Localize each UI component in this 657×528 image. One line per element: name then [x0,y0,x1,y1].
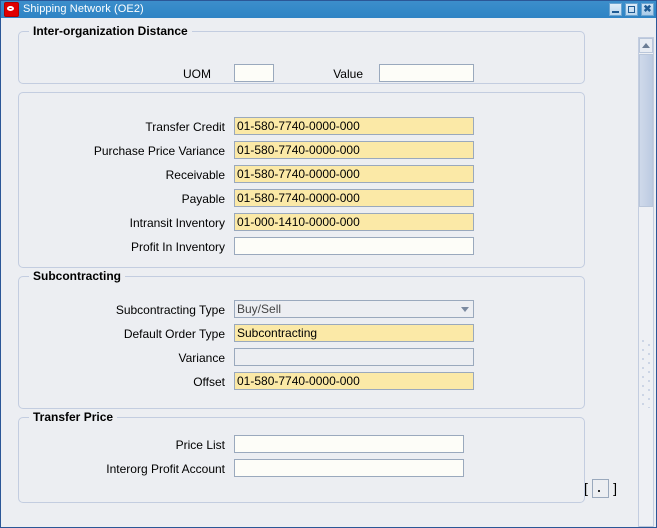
intransit-inventory-input[interactable] [234,213,474,231]
subcontracting-type-select[interactable]: Buy/Sell [234,300,474,318]
label-profit-in-inventory: Profit In Inventory [130,240,225,254]
scrollbar-thumb[interactable] [639,54,653,207]
group-title-subcontracting: Subcontracting [29,269,126,283]
window-controls: ✖ [609,3,654,16]
oracle-logo-icon [4,2,19,17]
label-interorg-profit-account: Interorg Profit Account [106,462,225,476]
flexfield-open-bracket: [ [584,480,588,496]
label-value: Value [333,67,363,81]
scroll-up-button[interactable] [639,38,653,53]
window-titlebar[interactable]: Shipping Network (OE2) ✖ [1,1,656,18]
label-receivable: Receivable [165,168,225,182]
label-variance: Variance [178,351,225,365]
scrollbar-track-grip [639,338,653,408]
label-payable: Payable [181,192,225,206]
vertical-scrollbar[interactable] [638,37,654,527]
flexfield-button[interactable] [592,478,609,498]
receivable-input[interactable] [234,165,474,183]
variance-input[interactable] [234,348,474,366]
minimize-button[interactable] [609,3,622,16]
shipping-network-window: Shipping Network (OE2) ✖ Inter-organizat… [0,0,657,528]
interorg-profit-account-input[interactable] [234,459,464,477]
window-title: Shipping Network (OE2) [23,3,144,15]
transfer-credit-input[interactable] [234,117,474,135]
profit-in-inventory-input[interactable] [234,237,474,255]
triangle-up-icon [642,42,650,48]
label-uom: UOM [183,67,211,81]
label-offset: Offset [193,375,225,389]
subcontracting-type-value: Buy/Sell [237,302,282,316]
chevron-down-icon [461,307,469,312]
purchase-price-variance-input[interactable] [234,141,474,159]
label-price-list: Price List [175,438,225,452]
group-title-transfer-price: Transfer Price [29,410,118,424]
default-order-type-input[interactable] [234,324,474,342]
close-button[interactable]: ✖ [641,3,654,16]
minimize-icon [610,4,621,15]
maximize-button[interactable] [625,3,638,16]
group-title-distance: Inter-organization Distance [29,24,192,38]
label-purchase-price-variance: Purchase Price Variance [93,144,225,158]
flexfield-close-bracket: ] [613,480,617,496]
value-input[interactable] [379,64,474,82]
price-list-input[interactable] [234,435,464,453]
label-default-order-type: Default Order Type [123,327,225,341]
maximize-icon [626,4,637,15]
label-intransit-inventory: Intransit Inventory [129,216,225,230]
label-subcontracting-type: Subcontracting Type [115,303,225,317]
offset-input[interactable] [234,372,474,390]
label-transfer-credit: Transfer Credit [145,120,225,134]
window-client-area: Inter-organization Distance UOM Value Tr… [1,18,656,527]
descriptive-flexfield: [ ] [584,476,617,500]
payable-input[interactable] [234,189,474,207]
close-icon: ✖ [643,4,652,15]
